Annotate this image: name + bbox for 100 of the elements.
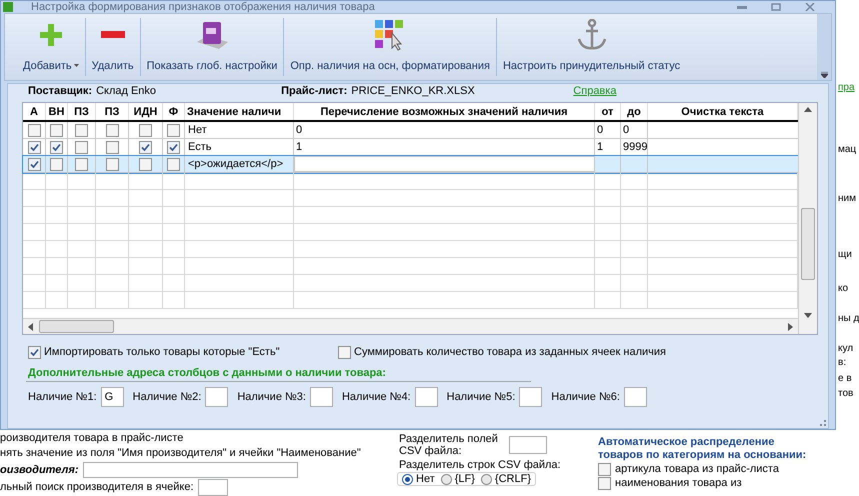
resize-grip-icon[interactable] — [819, 419, 826, 426]
input-field[interactable] — [82, 462, 298, 478]
scrollbar-thumb[interactable] — [801, 208, 815, 280]
toolbar-button[interactable]: Опр. наличия на осн, форматирования — [284, 14, 496, 80]
column-header[interactable]: Перечисление возможных значений наличия — [294, 103, 595, 120]
minimize-icon[interactable] — [737, 6, 747, 8]
table-cell: 0 — [621, 122, 648, 138]
column-header[interactable]: А — [23, 103, 46, 120]
section-title: Дополнительные адреса столбцов с данными о наличии товара: — [26, 364, 531, 382]
field-label: Прайс-лист: — [281, 84, 348, 99]
column-header[interactable]: до — [621, 103, 648, 120]
radio-option[interactable]: Нет — [402, 473, 435, 485]
radio-option[interactable]: {CRLF} — [480, 473, 531, 485]
table-row[interactable]: <p>ожидается</p> — [23, 156, 798, 173]
up-arrow-icon[interactable] — [804, 107, 812, 112]
checkbox[interactable] — [598, 463, 611, 476]
option-label: наименования товара из — [615, 477, 742, 490]
app-icon — [3, 2, 13, 12]
checkbox[interactable] — [167, 124, 180, 136]
toolbar-button[interactable]: Показать глоб. настройки — [140, 14, 284, 80]
checkbox[interactable] — [139, 140, 152, 154]
table-cell: Нет — [185, 122, 294, 138]
column-header[interactable]: Значение наличи — [185, 103, 294, 120]
field-label: Наличие №6: — [551, 390, 620, 405]
checkbox[interactable] — [50, 124, 63, 136]
field-label: Разделитель строк CSV файла: — [398, 459, 561, 471]
field-label: Наличие №3: — [237, 390, 306, 405]
radio-button[interactable] — [480, 474, 492, 484]
table-row[interactable]: Есть 1 1 9999 — [23, 139, 798, 156]
supplier-name: Склад Enko — [96, 84, 158, 99]
checkbox[interactable] — [75, 140, 88, 154]
checkbox[interactable] — [598, 477, 611, 490]
book-icon — [194, 20, 229, 50]
checkbox[interactable] — [106, 124, 118, 136]
pricelist-name: PRICE_ENKO_KR.XLSX — [351, 84, 476, 99]
checkbox[interactable] — [28, 124, 40, 136]
column-header[interactable]: ПЗ — [96, 103, 129, 120]
field-label: Наличие №4: — [342, 390, 411, 405]
checkbox[interactable] — [75, 124, 88, 136]
minus-icon — [100, 31, 125, 38]
checkbox[interactable] — [28, 158, 40, 170]
option-label: артикула товара из прайс-листа — [615, 463, 779, 476]
checkbox[interactable] — [167, 158, 180, 170]
checkbox[interactable] — [28, 140, 40, 154]
toolbar-button[interactable]: Настроить принудительный статус — [496, 14, 686, 80]
radio-button[interactable] — [440, 474, 452, 484]
column-header[interactable]: от — [595, 103, 621, 120]
close-icon[interactable] — [805, 3, 815, 11]
checkbox[interactable] — [167, 140, 180, 154]
checkbox[interactable] — [28, 346, 41, 359]
chevron-down-icon[interactable] — [820, 72, 828, 78]
table-cell: 0 — [595, 122, 621, 138]
maximize-icon[interactable] — [771, 3, 781, 11]
scrollbar-thumb[interactable] — [39, 320, 114, 333]
input-field[interactable] — [509, 436, 547, 454]
horizontal-scrollbar[interactable] — [23, 318, 798, 334]
checkbox[interactable] — [50, 140, 63, 154]
option-label: Импортировать только товары которые "Есть" — [44, 345, 280, 360]
input-field[interactable] — [198, 478, 228, 496]
field-label: Наличие №1: — [28, 390, 97, 405]
field-label: Наличие №5: — [446, 390, 516, 405]
column-header[interactable]: ПЗ — [68, 103, 96, 120]
checkbox[interactable] — [106, 158, 118, 170]
input-field[interactable] — [310, 387, 333, 407]
checkbox[interactable] — [75, 158, 88, 170]
checkbox[interactable] — [139, 158, 152, 170]
input-field[interactable] — [519, 387, 542, 407]
checkbox[interactable] — [139, 124, 152, 136]
label: нять значение из поля "Имя производителя" и ячейки "Наименование" — [0, 446, 361, 462]
toolbar-button[interactable]: Удалить — [86, 14, 140, 80]
text-fragment: ны д — [837, 313, 859, 325]
label: роизводителя товара в прайс-листе — [0, 431, 184, 446]
input-field[interactable] — [205, 387, 228, 407]
column-header[interactable]: ВН — [46, 103, 68, 120]
field-label: Наличие №2: — [132, 390, 202, 405]
anchor-icon — [576, 18, 608, 50]
down-arrow-icon[interactable] — [804, 313, 812, 318]
checkbox[interactable] — [338, 346, 351, 359]
table-row[interactable]: Нет 0 0 0 — [23, 122, 798, 139]
window-title: Настройка формирования признаков отображения наличия товара — [31, 1, 375, 13]
input-field[interactable] — [414, 387, 438, 407]
text-fragment: щи — [837, 249, 853, 261]
text-fragment: в: — [837, 357, 848, 369]
toolbar-button[interactable]: Добавить — [17, 14, 85, 80]
radio-button[interactable] — [402, 474, 413, 484]
radio-option[interactable]: {LF} — [440, 473, 475, 485]
field-label: льный поиск производителя в ячейке: — [0, 480, 194, 495]
text-fragment: кул — [837, 343, 854, 355]
option-label: Суммировать количество товара из заданных ячеек наличия — [354, 345, 666, 360]
input-field[interactable]: G — [100, 387, 124, 407]
text-fragment: мац — [837, 144, 858, 156]
help-link[interactable]: пра — [836, 82, 859, 94]
field-label: Разделитель полей CSV файла: — [399, 433, 499, 457]
vertical-scrollbar[interactable] — [798, 103, 817, 334]
input-field[interactable] — [624, 387, 647, 407]
plus-icon — [40, 24, 62, 46]
checkbox[interactable] — [50, 158, 63, 170]
checkbox[interactable] — [106, 140, 118, 154]
column-header[interactable]: Ф — [163, 103, 185, 120]
column-header[interactable]: ИДН — [129, 103, 163, 120]
